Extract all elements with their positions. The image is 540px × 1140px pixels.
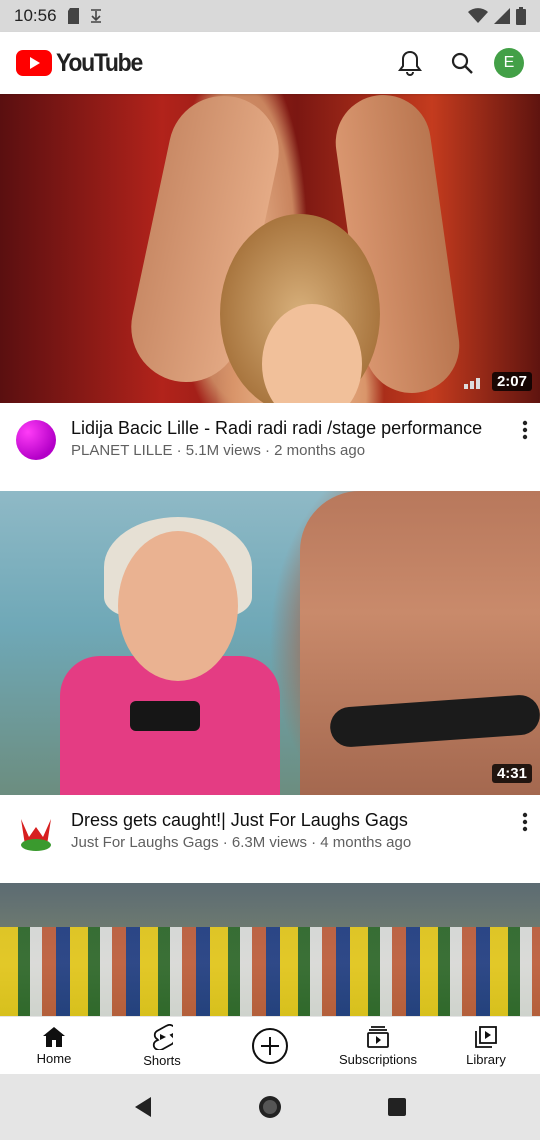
channel-name[interactable]: PLANET LILLE xyxy=(71,442,172,459)
thumbnail-figure xyxy=(130,701,200,731)
channel-avatar[interactable] xyxy=(15,811,57,853)
battery-icon xyxy=(516,7,526,25)
thumbnail-figure xyxy=(118,531,238,681)
back-icon[interactable] xyxy=(133,1096,153,1118)
more-vert-icon xyxy=(522,420,528,440)
video-feed[interactable]: 2:07 Lidija Bacic Lille - Radi radi radi… xyxy=(0,94,540,1016)
youtube-play-icon xyxy=(16,50,52,76)
nav-home-label: Home xyxy=(36,1050,72,1066)
view-count: 5.1M views xyxy=(185,442,261,459)
video-duration: 2:07 xyxy=(491,372,532,391)
account-avatar[interactable]: E xyxy=(494,48,524,78)
channel-avatar[interactable] xyxy=(15,419,57,461)
more-options-button[interactable] xyxy=(510,809,540,883)
shorts-icon xyxy=(152,1023,173,1050)
nav-shorts-label: Shorts xyxy=(143,1052,181,1068)
more-vert-icon xyxy=(522,812,528,832)
subscriptions-icon xyxy=(367,1025,389,1048)
wifi-icon xyxy=(468,8,488,23)
thumbnail-figure xyxy=(300,491,540,795)
video-duration: 4:31 xyxy=(491,764,532,783)
search-button[interactable] xyxy=(436,37,488,89)
status-bar: 10:56 xyxy=(0,0,540,32)
sd-card-icon xyxy=(67,8,79,24)
bell-icon xyxy=(398,50,422,76)
home-circle-icon[interactable] xyxy=(258,1095,282,1119)
video-info[interactable]: Dress gets caught!| Just For Laughs Gags… xyxy=(0,795,540,883)
nav-subscriptions-label: Subscriptions xyxy=(338,1051,418,1067)
thumbnail-figure xyxy=(0,927,540,1016)
nav-home[interactable]: Home xyxy=(0,1017,108,1074)
video-title[interactable]: Dress gets caught!| Just For Laughs Gags xyxy=(71,809,504,831)
view-count: 6.3M views xyxy=(231,834,307,851)
notification-icons xyxy=(67,8,103,24)
upload-age: 4 months ago xyxy=(320,834,412,851)
notifications-button[interactable] xyxy=(384,37,436,89)
system-navigation-bar xyxy=(0,1074,540,1140)
video-subtitle: PLANET LILLE · 5.1M views · 2 months ago xyxy=(71,442,366,459)
nav-shorts[interactable]: Shorts xyxy=(108,1017,216,1074)
library-icon xyxy=(475,1025,497,1048)
system-icons xyxy=(468,7,526,25)
youtube-logo[interactable]: YouTube xyxy=(16,49,149,78)
video-info[interactable]: Lidija Bacic Lille - Radi radi radi /sta… xyxy=(0,403,540,491)
video-thumbnail[interactable] xyxy=(0,883,540,1016)
nav-subscriptions[interactable]: Subscriptions xyxy=(324,1017,432,1074)
home-icon xyxy=(43,1026,65,1047)
signal-icon xyxy=(494,8,510,24)
recents-icon[interactable] xyxy=(387,1097,407,1117)
search-icon xyxy=(451,52,473,74)
nav-library-label: Library xyxy=(466,1051,506,1067)
status-time: 10:56 xyxy=(14,6,57,25)
more-options-button[interactable] xyxy=(510,417,540,491)
add-circle-icon xyxy=(252,1027,288,1064)
channel-name[interactable]: Just For Laughs Gags xyxy=(71,834,219,851)
video-title[interactable]: Lidija Bacic Lille - Radi radi radi /sta… xyxy=(71,417,504,439)
video-thumbnail[interactable]: 2:07 xyxy=(0,94,540,403)
video-thumbnail[interactable]: 4:31 xyxy=(0,491,540,795)
nav-library[interactable]: Library xyxy=(432,1017,540,1074)
logo-wordmark: YouTube xyxy=(56,48,143,77)
bottom-navigation: Home Shorts Subscriptions Library xyxy=(0,1016,540,1074)
signal-bars-icon xyxy=(464,378,480,389)
create-button[interactable] xyxy=(216,1017,324,1074)
video-subtitle: Just For Laughs Gags · 6.3M views · 4 mo… xyxy=(71,834,412,851)
upload-age: 2 months ago xyxy=(274,442,366,459)
app-header: YouTube E xyxy=(0,32,540,94)
download-icon xyxy=(90,9,101,23)
